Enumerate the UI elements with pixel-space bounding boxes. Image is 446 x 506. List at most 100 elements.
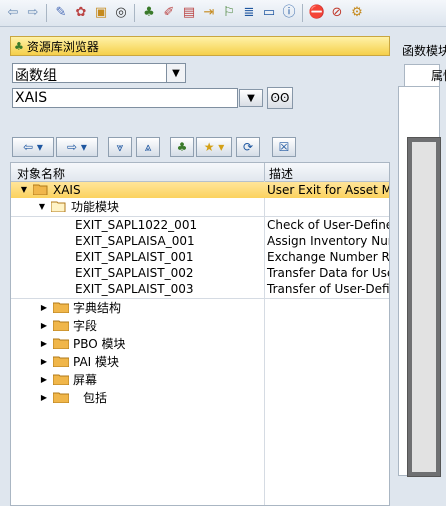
title-text: 资源库浏览器 <box>26 39 99 54</box>
tab-content <box>398 86 441 477</box>
edit-display-icon[interactable]: ✎ <box>52 4 70 22</box>
folder-icon <box>53 392 69 403</box>
triangle-right-icon[interactable]: ▶ <box>39 390 49 406</box>
close-button[interactable]: ☒ <box>272 137 296 157</box>
repository-browser-panel: ♣ 资源库浏览器 函数组 ▼ ▼ ʘʘ ⇦ ▾ ⇨ ▾ ⩔ ⩓ ♣ ★ ▾ ⟳ … <box>0 30 394 506</box>
folder-label: 包括 <box>83 391 108 405</box>
hierarchy-button[interactable]: ♣ <box>170 137 194 157</box>
history-dropdown-button[interactable]: ▼ <box>239 89 263 107</box>
breakpoint-icon[interactable]: ⛔ <box>308 4 326 22</box>
folder-label: PAI 模块 <box>73 355 120 369</box>
tree-node-function[interactable]: EXIT_SAPLAIST_003 Transfer of User-Defin… <box>11 281 390 297</box>
folder-icon <box>53 374 69 385</box>
function-module-panel: 函数模块 属性 <box>394 30 446 477</box>
triangle-right-icon[interactable]: ▶ <box>39 354 49 370</box>
tree-node-root[interactable]: ▼ XAIS User Exit for Asset Mas <box>11 182 389 198</box>
hierarchy-icon: ♣ <box>176 140 188 154</box>
triangle-down-icon[interactable]: ▼ <box>19 182 29 198</box>
node-description: User Exit for Asset Mas <box>267 183 389 197</box>
editor-area[interactable] <box>412 142 436 472</box>
collapse-icon: ⩓ <box>144 139 152 154</box>
folder-label: 字典结构 <box>73 301 122 315</box>
tree-node-folder[interactable]: ▶ PAI 模块 <box>11 354 389 370</box>
tree-node-function-modules[interactable]: ▼ 功能模块 <box>11 199 389 215</box>
node-label: XAIS <box>53 183 81 197</box>
info-icon[interactable]: ⓘ <box>280 4 298 22</box>
refresh-icon: ⟳ <box>242 140 254 154</box>
previous-object-button[interactable]: ⇦ ▾ <box>12 137 54 157</box>
tree-icon[interactable]: ⚐ <box>220 4 238 22</box>
display-object-icon[interactable]: ▤ <box>180 4 198 22</box>
tree-node-function[interactable]: EXIT_SAPLAIST_002 Transfer Data for User <box>11 265 390 281</box>
tab-attributes[interactable]: 属性 <box>404 64 446 86</box>
window-icon[interactable]: ▭ <box>260 4 278 22</box>
refresh-button[interactable]: ⟳ <box>236 137 260 157</box>
object-name-field[interactable] <box>12 88 238 108</box>
folder-label: PBO 模块 <box>73 337 126 351</box>
forward-icon: ⇨ ▾ <box>67 140 87 154</box>
function-name: EXIT_SAPL1022_001 <box>75 218 198 232</box>
column-object-name: 对象名称 <box>17 167 66 181</box>
star-icon: ★ ▾ <box>203 140 225 154</box>
tree-node-folder[interactable]: ▶ 字段 <box>11 318 389 334</box>
function-description: Transfer of User-Define <box>267 282 390 296</box>
tree-node-folder[interactable]: ▶ PBO 模块 <box>11 336 389 352</box>
object-tree: 对象名称 描述 ▼ XAIS User Exit for Asset Mas ▼… <box>10 162 390 506</box>
navigate-icon[interactable]: ⇥ <box>200 4 218 22</box>
expand-icon: ⩔ <box>116 139 124 154</box>
function-description: Check of User-Defined <box>267 218 390 232</box>
close-icon: ☒ <box>278 140 290 154</box>
folder-icon <box>53 302 69 313</box>
triangle-down-icon[interactable]: ▼ <box>37 199 47 215</box>
toolbar-separator <box>302 4 303 22</box>
activate-icon[interactable]: ✿ <box>72 4 90 22</box>
object-name-input[interactable] <box>13 89 237 107</box>
function-description: Transfer Data for User <box>267 266 390 280</box>
tab-label: 属性 <box>431 69 446 83</box>
chevron-down-icon[interactable]: ▼ <box>166 64 185 82</box>
tree-node-folder[interactable]: ▶ 包括 <box>11 390 389 406</box>
triangle-right-icon[interactable]: ▶ <box>39 318 49 334</box>
expand-button[interactable]: ⩔ <box>108 137 132 157</box>
function-name: EXIT_SAPLAIST_002 <box>75 266 194 280</box>
pen-icon[interactable]: ✐ <box>160 4 178 22</box>
list-icon[interactable]: ≣ <box>240 4 258 22</box>
triangle-right-icon[interactable]: ▶ <box>39 300 49 316</box>
next-object-button[interactable]: ⇨ ▾ <box>56 137 98 157</box>
tree-node-function[interactable]: EXIT_SAPL1022_001 Check of User-Defined <box>11 217 390 233</box>
function-description: Assign Inventory Numb <box>267 234 389 248</box>
toolbar-separator <box>46 4 47 22</box>
folder-open-icon <box>33 184 48 195</box>
tree-node-folder[interactable]: ▶ 字典结构 <box>11 300 389 316</box>
back-icon: ⇦ ▾ <box>23 140 43 154</box>
debug-icon[interactable]: ⊘ <box>328 4 346 22</box>
collapse-button[interactable]: ⩓ <box>136 137 160 157</box>
tree-node-folder[interactable]: ▶ 屏幕 <box>11 372 389 388</box>
function-name: EXIT_SAPLAISA_001 <box>75 234 195 248</box>
object-type-select[interactable]: 函数组 ▼ <box>12 63 186 84</box>
tree-header: 对象名称 描述 <box>11 163 389 182</box>
hierarchy-icon[interactable]: ♣ <box>140 4 158 22</box>
object-list-icon[interactable]: ▣ <box>92 4 110 22</box>
row-separator <box>11 298 389 299</box>
triangle-right-icon[interactable]: ▶ <box>39 372 49 388</box>
triangle-down-icon: ▼ <box>247 92 255 104</box>
folder-icon <box>53 356 69 367</box>
display-button[interactable]: ʘʘ <box>267 87 293 109</box>
tree-node-function[interactable]: EXIT_SAPLAIST_001 Exchange Number Ran <box>11 249 389 265</box>
settings-icon[interactable]: ⚙ <box>348 4 366 22</box>
folder-icon <box>53 320 69 331</box>
editor-frame <box>407 137 441 477</box>
hierarchy-icon: ♣ <box>14 39 24 53</box>
triangle-right-icon[interactable]: ▶ <box>39 336 49 352</box>
column-divider[interactable] <box>264 163 265 181</box>
back-icon[interactable]: ⇦ <box>4 4 22 22</box>
panel-title: 函数模块 <box>402 44 446 58</box>
application-toolbar: ⇦ ⇨ ✎ ✿ ▣ ◎ ♣ ✐ ▤ ⇥ ⚐ ≣ ▭ ⓘ ⛔ ⊘ ⚙ <box>0 0 446 27</box>
repository-browser-title: ♣ 资源库浏览器 <box>10 36 390 56</box>
folder-icon <box>53 338 69 349</box>
where-used-icon[interactable]: ◎ <box>112 4 130 22</box>
favorites-button[interactable]: ★ ▾ <box>196 137 232 157</box>
tree-node-function[interactable]: EXIT_SAPLAISA_001 Assign Inventory Numb <box>11 233 389 249</box>
forward-icon[interactable]: ⇨ <box>24 4 42 22</box>
